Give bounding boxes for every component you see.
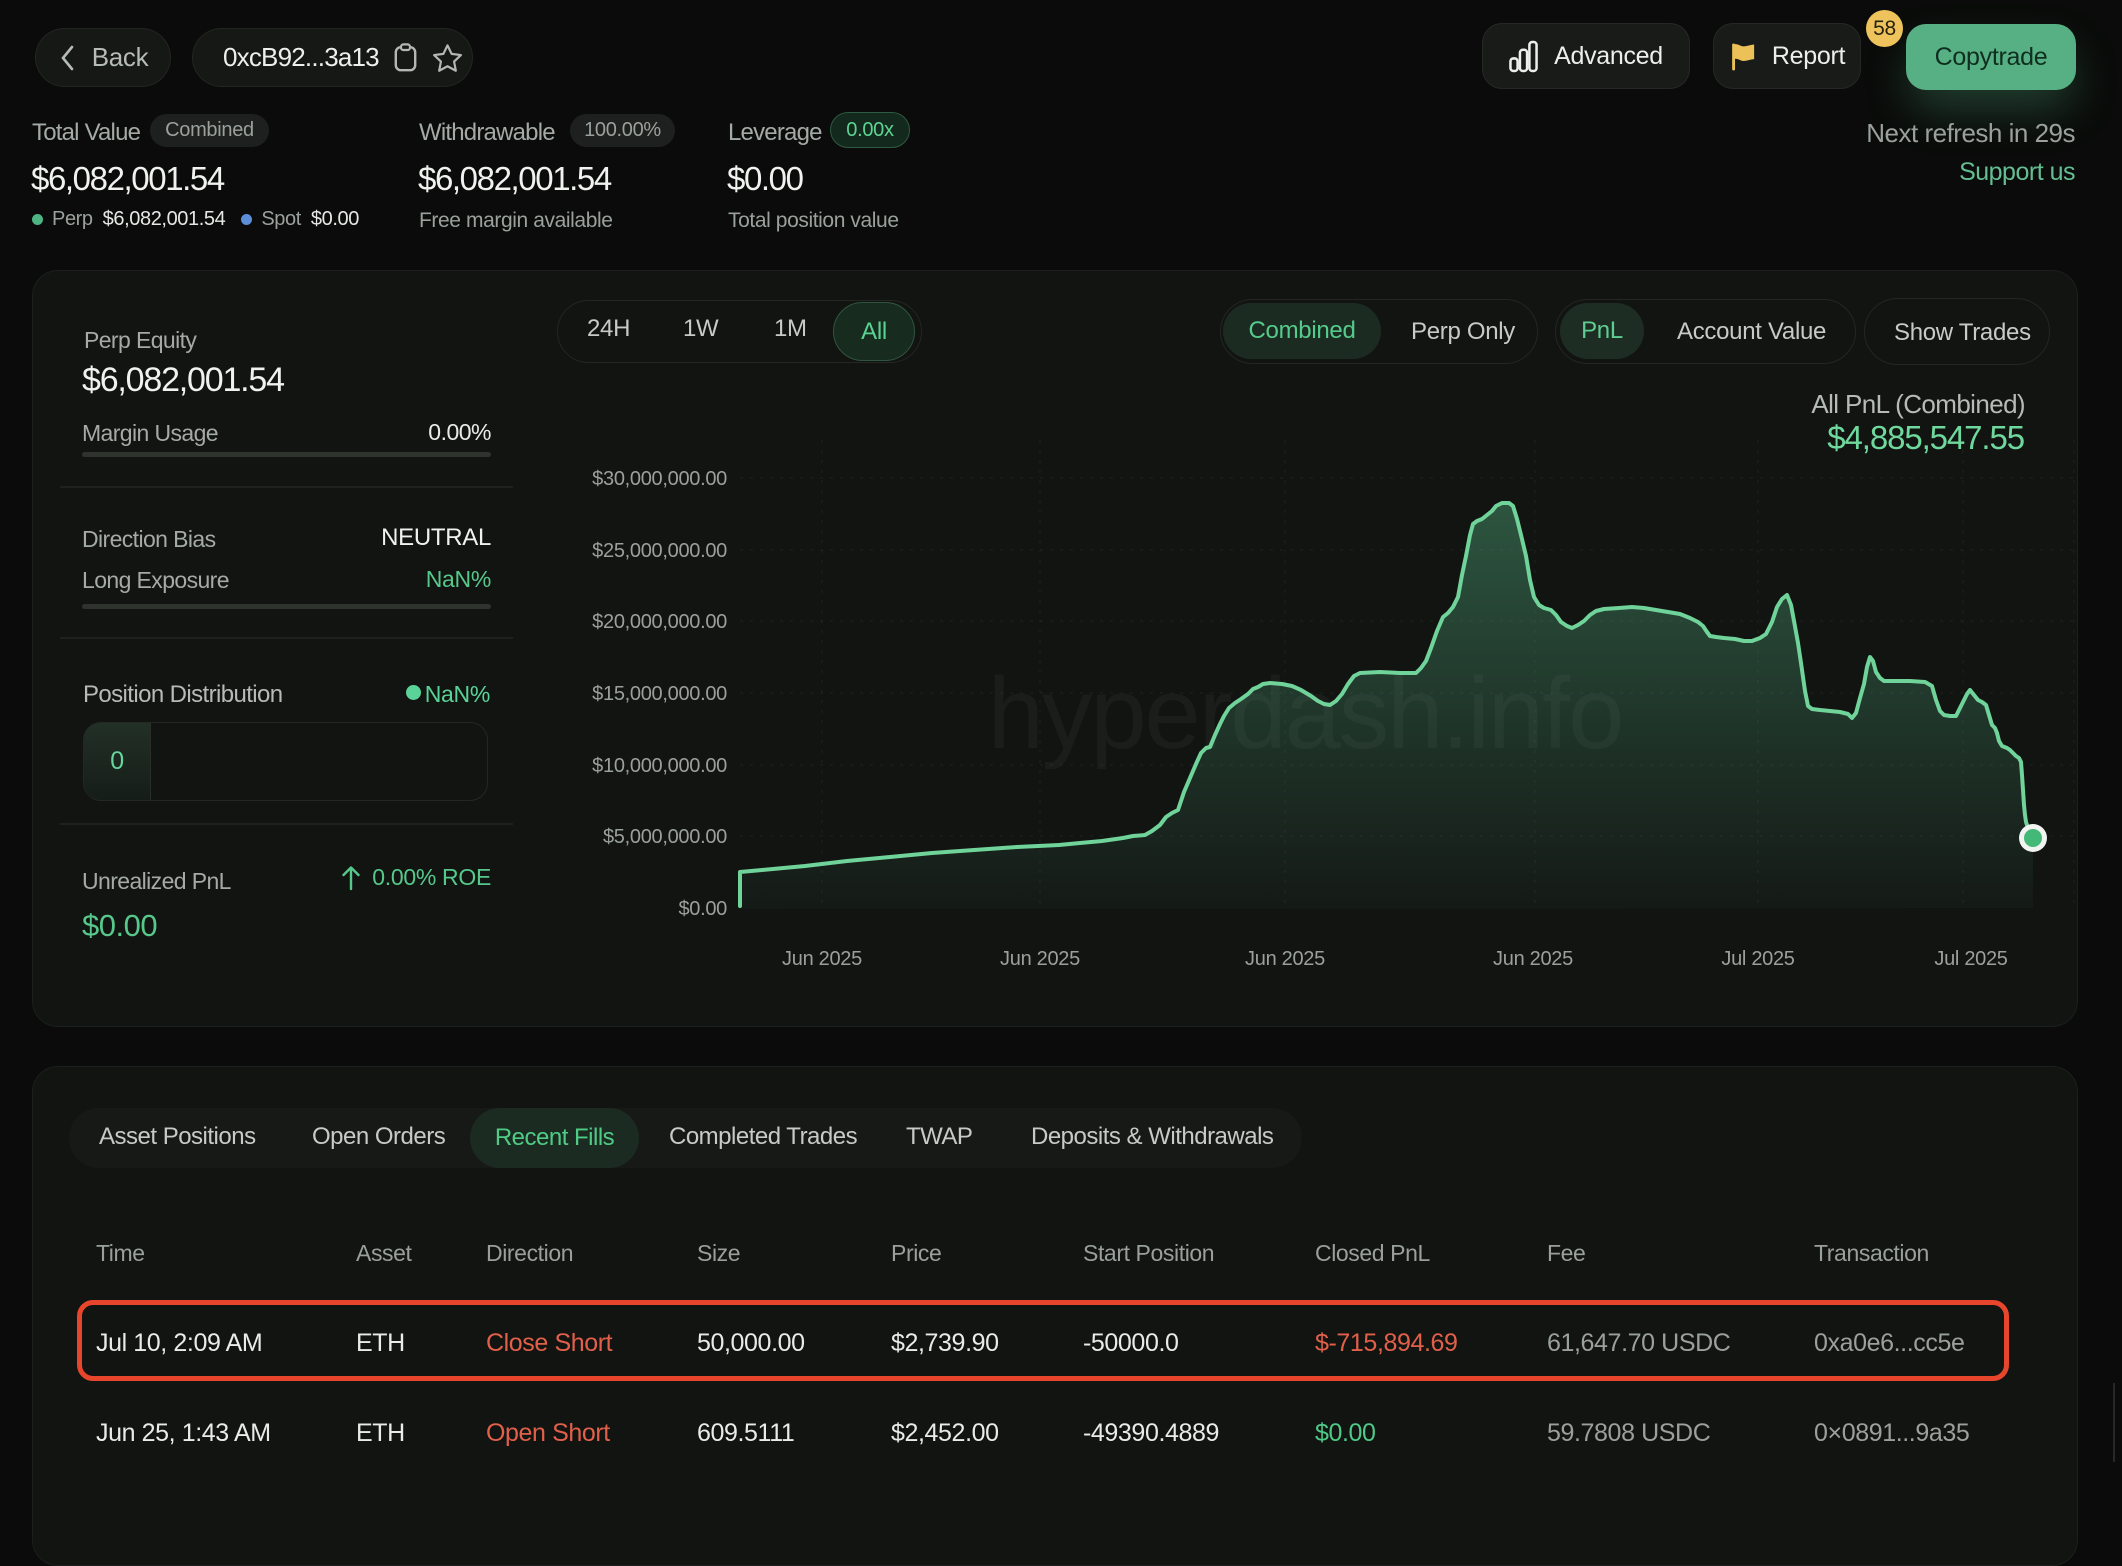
svg-text:Jul 2025: Jul 2025 [1934, 948, 2007, 970]
svg-text:Jun 2025: Jun 2025 [1245, 948, 1325, 970]
svg-text:$30,000,000.00: $30,000,000.00 [592, 468, 727, 490]
svg-text:Jun 2025: Jun 2025 [1000, 948, 1080, 970]
svg-text:$5,000,000.00: $5,000,000.00 [603, 826, 727, 848]
svg-text:$20,000,000.00: $20,000,000.00 [592, 611, 727, 633]
svg-text:$25,000,000.00: $25,000,000.00 [592, 540, 727, 562]
svg-text:Jun 2025: Jun 2025 [1493, 948, 1573, 970]
svg-text:Jun 2025: Jun 2025 [782, 948, 862, 970]
svg-text:Jul 2025: Jul 2025 [1721, 948, 1794, 970]
svg-text:$15,000,000.00: $15,000,000.00 [592, 683, 727, 705]
svg-text:$0.00: $0.00 [678, 898, 727, 920]
svg-text:$10,000,000.00: $10,000,000.00 [592, 755, 727, 777]
